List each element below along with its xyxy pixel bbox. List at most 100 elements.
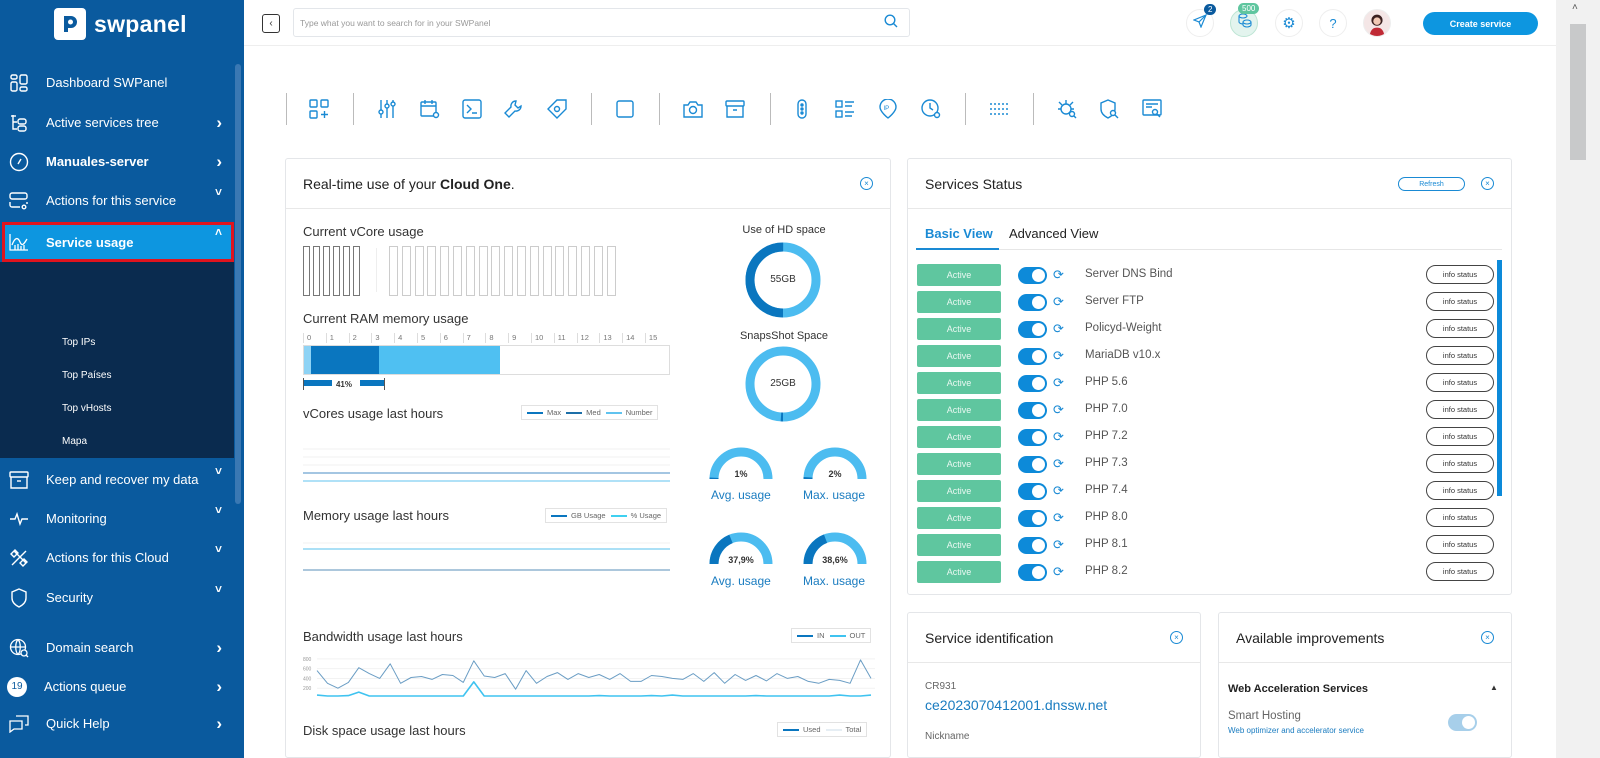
service-toggle[interactable] — [1018, 267, 1047, 284]
info-status-button[interactable]: info status — [1426, 319, 1494, 338]
info-status-button[interactable]: info status — [1426, 562, 1494, 581]
restart-icon[interactable]: ⟳ — [1053, 348, 1064, 364]
service-toggle[interactable] — [1018, 375, 1047, 392]
sidebar-item-service-usage[interactable]: Service usage ˄ — [2, 222, 234, 262]
tab-advanced-view[interactable]: Advanced View — [1009, 226, 1098, 241]
close-card-icon[interactable]: × — [1481, 177, 1494, 190]
settings-button[interactable]: ⚙ — [1275, 9, 1303, 37]
service-toggle[interactable] — [1018, 564, 1047, 581]
service-toggle[interactable] — [1018, 294, 1047, 311]
service-toggle[interactable] — [1018, 456, 1047, 473]
close-card-icon[interactable]: × — [1481, 631, 1494, 644]
sidebar-item-monitoring[interactable]: Monitoring ˅ — [0, 499, 234, 538]
legend-item[interactable]: GB Usage — [551, 511, 606, 520]
search-input[interactable]: Type what you want to search for in your… — [293, 8, 910, 37]
legend-item[interactable]: Used — [783, 725, 821, 734]
info-status-button[interactable]: info status — [1426, 427, 1494, 446]
sidebar-item-dashboard[interactable]: Dashboard SWPanel — [0, 63, 234, 102]
report-search-icon[interactable] — [1141, 98, 1163, 120]
camera-icon[interactable] — [682, 98, 704, 120]
restart-icon[interactable]: ⟳ — [1053, 321, 1064, 337]
info-status-button[interactable]: info status — [1426, 292, 1494, 311]
service-toggle[interactable] — [1018, 402, 1047, 419]
collapse-section-icon[interactable]: ▲ — [1490, 683, 1498, 692]
collapse-sidebar-button[interactable]: ‹ — [262, 14, 280, 33]
sidebar-item-keep-recover[interactable]: Keep and recover my data ˅ — [0, 460, 234, 499]
list-detail-icon[interactable] — [834, 98, 856, 120]
restart-icon[interactable]: ⟳ — [1053, 429, 1064, 445]
sidebar-item-actions-for-service[interactable]: Actions for this service ˅ — [0, 181, 234, 220]
legend-item[interactable]: Total — [825, 725, 861, 734]
sidebar-item-manuales-server[interactable]: Manuales-server › — [0, 142, 234, 181]
close-card-icon[interactable]: × — [1170, 631, 1183, 644]
sidebar-item-domain-search[interactable]: Domain search › — [0, 628, 234, 667]
restart-icon[interactable]: ⟳ — [1053, 537, 1064, 553]
terminal-icon[interactable] — [461, 98, 483, 120]
device-dots-icon[interactable] — [791, 98, 813, 120]
sidebar-item-top-paises[interactable]: Top Países — [62, 370, 111, 381]
info-status-button[interactable]: info status — [1426, 265, 1494, 284]
sidebar-item-active-services-tree[interactable]: Active services tree › — [0, 103, 234, 142]
services-scrollbar[interactable] — [1497, 260, 1502, 496]
tab-basic-view[interactable]: Basic View — [925, 226, 993, 241]
service-toggle[interactable] — [1018, 510, 1047, 527]
info-status-button[interactable]: info status — [1426, 535, 1494, 554]
info-status-button[interactable]: info status — [1426, 346, 1494, 365]
restart-icon[interactable]: ⟳ — [1053, 564, 1064, 580]
sidebar-item-actions-queue[interactable]: 19 Actions queue › — [0, 667, 234, 706]
user-avatar[interactable] — [1363, 9, 1391, 37]
info-status-button[interactable]: info status — [1426, 373, 1494, 392]
restart-icon[interactable]: ⟳ — [1053, 510, 1064, 526]
service-hostname[interactable]: ce2023070412001.dnssw.net — [925, 697, 1107, 713]
calendar-gear-icon[interactable] — [419, 98, 441, 120]
clock-gear-icon[interactable] — [920, 98, 942, 120]
sidebar-scrollbar[interactable] — [235, 64, 241, 504]
legend-item[interactable]: Number — [605, 408, 652, 417]
restart-icon[interactable]: ⟳ — [1053, 456, 1064, 472]
ip-location-icon[interactable]: IP — [877, 98, 899, 120]
scroll-up-icon[interactable]: ˄ — [1572, 2, 1578, 13]
swpanel-logo[interactable]: swpanel — [54, 8, 187, 40]
info-status-button[interactable]: info status — [1426, 481, 1494, 500]
tag-gear-icon[interactable] — [546, 98, 568, 120]
bug-search-icon[interactable] — [1056, 98, 1078, 120]
info-status-button[interactable]: info status — [1426, 454, 1494, 473]
service-toggle[interactable] — [1018, 348, 1047, 365]
restart-icon[interactable]: ⟳ — [1053, 483, 1064, 499]
sidebar-item-actions-cloud[interactable]: Actions for this Cloud ˅ — [0, 538, 234, 577]
wrench-icon[interactable] — [503, 98, 525, 120]
improvements-section-title[interactable]: Web Acceleration Services — [1228, 683, 1368, 695]
close-card-icon[interactable]: × — [860, 177, 873, 190]
create-service-button[interactable]: Create service — [1423, 12, 1538, 35]
restart-icon[interactable]: ⟳ — [1053, 294, 1064, 310]
sliders-icon[interactable] — [376, 98, 398, 120]
legend-item[interactable]: Med — [566, 408, 601, 417]
page-scrollbar[interactable]: ˄ — [1556, 0, 1600, 758]
add-widget-icon[interactable] — [308, 98, 330, 120]
legend-item[interactable]: % Usage — [610, 511, 661, 520]
service-toggle[interactable] — [1018, 429, 1047, 446]
scrollbar-thumb[interactable] — [1570, 24, 1586, 160]
sidebar-item-top-ips[interactable]: Top IPs — [62, 337, 95, 348]
square-icon[interactable] — [614, 98, 636, 120]
search-icon[interactable] — [884, 14, 898, 33]
restart-icon[interactable]: ⟳ — [1053, 375, 1064, 391]
sidebar-item-quick-help[interactable]: Quick Help › — [0, 704, 234, 743]
restart-icon[interactable]: ⟳ — [1053, 267, 1064, 283]
help-button[interactable]: ? — [1319, 9, 1347, 37]
info-status-button[interactable]: info status — [1426, 508, 1494, 527]
service-toggle[interactable] — [1018, 321, 1047, 338]
info-status-button[interactable]: info status — [1426, 400, 1494, 419]
archive-box-icon[interactable] — [724, 98, 746, 120]
legend-item[interactable]: Max — [527, 408, 561, 417]
bullet-list-icon[interactable] — [988, 98, 1010, 120]
refresh-button[interactable]: Refresh — [1398, 177, 1465, 191]
service-toggle[interactable] — [1018, 537, 1047, 554]
shield-search-icon[interactable] — [1098, 98, 1120, 120]
sidebar-item-top-vhosts[interactable]: Top vHosts — [62, 403, 111, 414]
restart-icon[interactable]: ⟳ — [1053, 402, 1064, 418]
legend-item[interactable]: OUT — [829, 631, 865, 640]
sidebar-item-security[interactable]: Security ˅ — [0, 578, 234, 617]
smart-hosting-toggle[interactable] — [1448, 714, 1477, 731]
service-toggle[interactable] — [1018, 483, 1047, 500]
